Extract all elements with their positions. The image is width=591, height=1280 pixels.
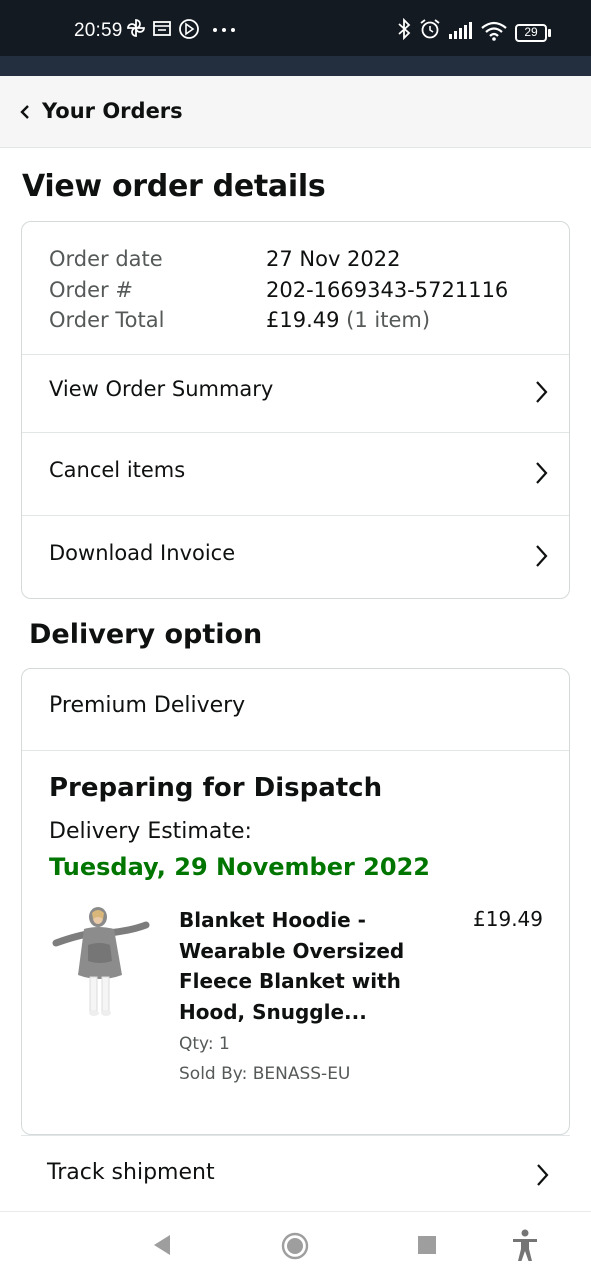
product-quantity: Qty: 1 (179, 1034, 230, 1054)
product-seller: Sold By: BENASS-EU (179, 1064, 351, 1084)
order-info-labels: Order date Order # Order Total (49, 244, 164, 336)
more-icon (213, 28, 235, 32)
download-invoice-row[interactable]: Download Invoice (22, 515, 569, 598)
delivery-card: Premium Delivery Preparing for Dispatch … (21, 668, 570, 1135)
back-to-orders-link[interactable]: Your Orders (42, 99, 183, 123)
delivery-section-title: Delivery option (29, 619, 263, 650)
battery-level: 29 (524, 25, 538, 39)
accessibility-icon[interactable] (511, 1229, 539, 1263)
product-title-line: Hood, Snuggle... (179, 999, 367, 1024)
battery-icon: 29 (515, 24, 551, 42)
system-nav-bar (0, 1211, 591, 1280)
order-info-card: Order date Order # Order Total 27 Nov 20… (21, 221, 570, 599)
order-total-label: Order Total (49, 308, 165, 332)
status-bar: 20:59 29 (0, 0, 591, 56)
order-total-value: £19.49 (266, 308, 340, 332)
page-title: View order details (22, 169, 326, 204)
track-shipment-row[interactable]: Track shipment (21, 1135, 570, 1211)
track-shipment-label: Track shipment (47, 1160, 215, 1185)
status-time: 20:59 (74, 20, 123, 41)
compass-icon (179, 19, 199, 39)
recents-icon[interactable] (417, 1235, 437, 1255)
back-header[interactable]: Your Orders (0, 76, 591, 148)
signal-icon (449, 22, 472, 39)
delivery-estimate-date: Tuesday, 29 November 2022 (49, 853, 430, 881)
wifi-icon (481, 21, 507, 41)
delivery-estimate-label: Delivery Estimate: (49, 819, 252, 844)
calendar-icon (153, 21, 171, 36)
alarm-icon (420, 19, 440, 39)
product-image[interactable] (48, 905, 154, 1025)
download-invoice-label: Download Invoice (49, 541, 236, 565)
delivery-method: Premium Delivery (49, 693, 246, 718)
cancel-items-row[interactable]: Cancel items (22, 432, 569, 515)
view-order-summary-label: View Order Summary (49, 377, 274, 401)
view-order-summary-row[interactable]: View Order Summary (22, 354, 569, 432)
pinwheel-icon (127, 19, 145, 37)
chevron-right-icon (536, 545, 548, 567)
product-title-link[interactable]: Blanket Hoodie - Wearable Oversized Flee… (179, 905, 424, 1027)
shipment-status: Preparing for Dispatch (49, 773, 383, 803)
order-item-count: (1 item) (346, 308, 431, 332)
order-info-values: 27 Nov 2022 202-1669343-5721116 £19.49 (… (266, 244, 508, 336)
chevron-left-icon[interactable] (19, 102, 33, 122)
order-date-label: Order date (49, 247, 163, 271)
product-title-line: Blanket Hoodie - (179, 908, 366, 932)
chevron-right-icon (536, 381, 548, 403)
bluetooth-icon (398, 18, 411, 40)
chevron-right-icon (537, 1164, 549, 1186)
home-icon[interactable] (281, 1232, 309, 1260)
order-date-value: 27 Nov 2022 (266, 247, 401, 271)
divider (22, 750, 569, 751)
product-price: £19.49 (473, 907, 543, 931)
order-number-label: Order # (49, 277, 133, 302)
product-title-line: Fleece Blanket with (179, 969, 401, 993)
order-number-value: 202-1669343-5721116 (266, 277, 509, 302)
cancel-items-label: Cancel items (49, 458, 186, 482)
app-top-strip (0, 56, 591, 76)
product-title-line: Wearable Oversized (179, 938, 405, 963)
back-icon[interactable] (150, 1232, 174, 1258)
chevron-right-icon (536, 462, 548, 484)
